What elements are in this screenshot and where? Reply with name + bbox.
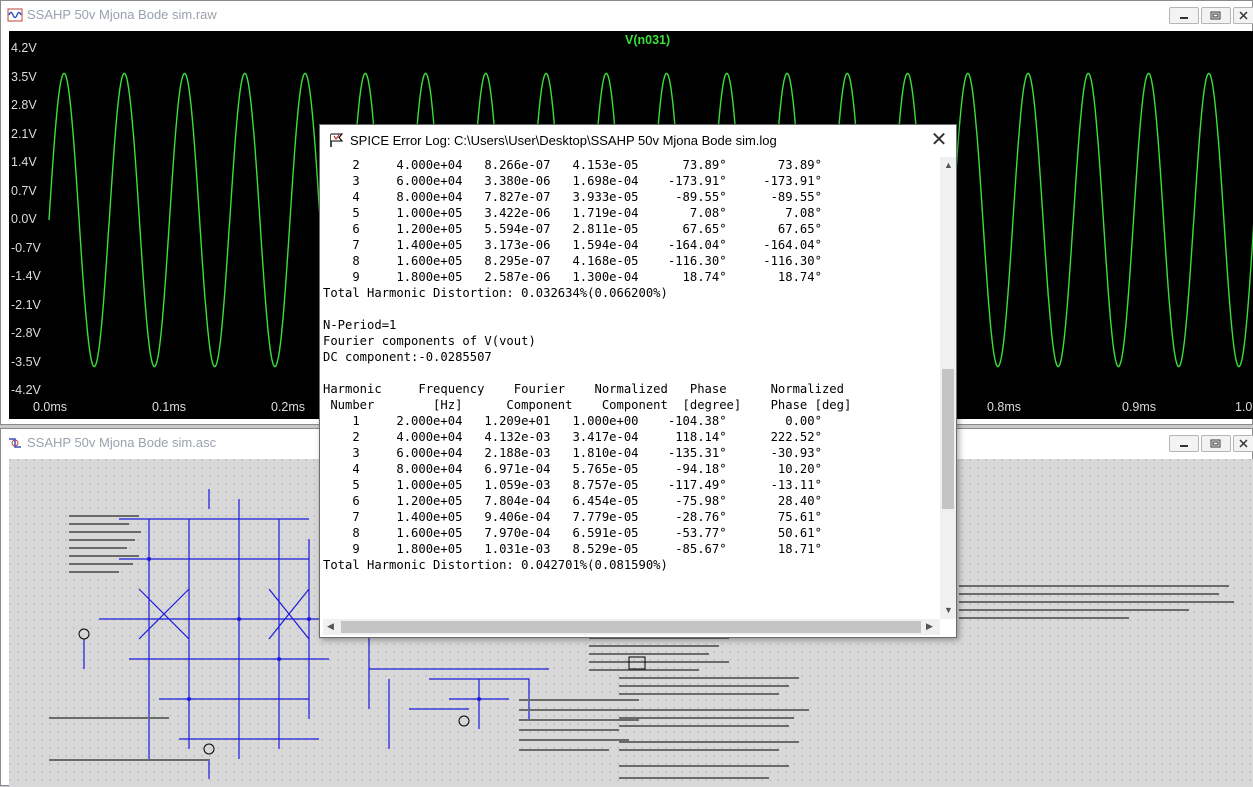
minimize-icon	[1180, 445, 1188, 447]
close-icon	[1239, 11, 1248, 20]
log-flag-icon	[330, 133, 344, 147]
log-line: 2 4.000e+04 8.266e-07 4.153e-05 73.89° 7…	[323, 158, 822, 172]
log-line: 5 1.000e+05 1.059e-03 8.757e-05 -117.49°…	[323, 478, 822, 492]
close-icon	[1239, 439, 1248, 448]
horizontal-scrollbar[interactable]: ◀ ▶	[323, 619, 940, 635]
close-icon: ✕	[930, 129, 948, 151]
schematic-window-title: SSAHP 50v Mjona Bode sim.asc	[27, 435, 217, 450]
log-line: 2 4.000e+04 4.132e-03 3.417e-04 118.14° …	[323, 430, 822, 444]
log-content: 2 4.000e+04 8.266e-07 4.153e-05 73.89° 7…	[323, 157, 937, 573]
x-axis-tick-label: 0.0ms	[33, 400, 68, 414]
log-line: 7 1.400e+05 9.406e-04 7.779e-05 -28.76° …	[323, 510, 822, 524]
y-axis-tick-label: -2.8V	[11, 326, 41, 340]
log-line: 6 1.200e+05 7.804e-04 6.454e-05 -75.98° …	[323, 494, 822, 508]
restore-icon	[1210, 11, 1221, 20]
log-line: Harmonic Frequency Fourier Normalized Ph…	[323, 382, 844, 396]
schematic-app-icon	[9, 438, 21, 448]
x-axis-tick-label: 1.0m	[1235, 400, 1253, 414]
log-line: 5 1.000e+05 3.422e-06 1.719e-04 7.08° 7.…	[323, 206, 822, 220]
y-axis-tick-label: -2.1V	[11, 297, 41, 312]
minimize-icon	[1180, 17, 1188, 19]
log-dialog-title: SPICE Error Log: C:\Users\User\Desktop\S…	[350, 133, 777, 148]
y-axis-tick-label: 4.2V	[11, 41, 37, 55]
log-close-button[interactable]: ✕	[928, 129, 950, 151]
schematic-restore-button[interactable]	[1201, 435, 1231, 452]
log-line: 8 1.600e+05 8.295e-07 4.168e-05 -116.30°…	[323, 254, 822, 268]
log-line: DC component:-0.0285507	[323, 350, 492, 364]
scroll-down-icon[interactable]: ▼	[944, 605, 953, 615]
log-line: 6 1.200e+05 5.594e-07 2.811e-05 67.65° 6…	[323, 222, 822, 236]
y-axis-tick-label: 0.0V	[11, 212, 37, 226]
log-line: Number [Hz] Component Component [degree]…	[323, 398, 852, 412]
log-line: 7 1.400e+05 3.173e-06 1.594e-04 -164.04°…	[323, 238, 822, 252]
log-line: 9 1.800e+05 2.587e-06 1.300e-04 18.74° 1…	[323, 270, 822, 284]
spice-error-log-dialog: SPICE Error Log: C:\Users\User\Desktop\S…	[319, 124, 957, 638]
log-line: Total Harmonic Distortion: 0.032634%(0.0…	[323, 286, 668, 300]
log-line: 1 2.000e+04 1.209e+01 1.000e+00 -104.38°…	[323, 414, 822, 428]
x-axis-tick-label: 0.9ms	[1122, 400, 1157, 414]
log-line: 4 8.000e+04 6.971e-04 5.765e-05 -94.18° …	[323, 462, 822, 476]
log-line: N-Period=1	[323, 318, 397, 332]
scroll-right-icon[interactable]: ▶	[926, 621, 933, 632]
y-axis-tick-label: -1.4V	[11, 269, 41, 283]
close-button[interactable]	[1233, 7, 1253, 24]
y-axis-tick-label: 1.4V	[11, 155, 37, 169]
log-line: 9 1.800e+05 1.031e-03 8.529e-05 -85.67° …	[323, 542, 822, 556]
x-axis-tick-label: 0.1ms	[152, 400, 187, 414]
waveform-app-icon	[7, 8, 23, 22]
scroll-left-icon[interactable]: ◀	[327, 621, 334, 632]
y-axis-tick-label: -0.7V	[11, 240, 41, 255]
schematic-close-button[interactable]	[1233, 435, 1253, 452]
waveform-titlebar[interactable]: SSAHP 50v Mjona Bode sim.raw	[1, 1, 1253, 29]
y-axis-tick-label: 0.7V	[11, 183, 37, 198]
y-axis-tick-label: 2.1V	[11, 126, 37, 141]
vertical-scroll-thumb[interactable]	[942, 369, 954, 509]
horizontal-scroll-thumb[interactable]	[341, 621, 921, 633]
waveform-window-title: SSAHP 50v Mjona Bode sim.raw	[27, 7, 217, 22]
schematic-minimize-button[interactable]	[1169, 435, 1199, 452]
restore-icon	[1210, 439, 1221, 448]
log-line: 8 1.600e+05 7.970e-04 6.591e-05 -53.77° …	[323, 526, 822, 540]
log-line: 3 6.000e+04 2.188e-03 1.810e-04 -135.31°…	[323, 446, 822, 460]
log-line: Fourier components of V(vout)	[323, 334, 536, 348]
x-axis-tick-label: 0.2ms	[271, 400, 306, 414]
x-axis-tick-label: 0.8ms	[987, 400, 1022, 414]
vertical-scrollbar[interactable]: ▲ ▼	[940, 157, 956, 619]
log-line: 3 6.000e+04 3.380e-06 1.698e-04 -173.91°…	[323, 174, 822, 188]
log-text-area[interactable]: 2 4.000e+04 8.266e-07 4.153e-05 73.89° 7…	[323, 157, 937, 619]
restore-button[interactable]	[1201, 7, 1231, 24]
log-dialog-titlebar[interactable]: SPICE Error Log: C:\Users\User\Desktop\S…	[320, 125, 956, 155]
y-axis-tick-label: 2.8V	[11, 98, 37, 112]
log-line: 4 8.000e+04 7.827e-07 3.933e-05 -89.55° …	[323, 190, 822, 204]
scroll-up-icon[interactable]: ▲	[944, 160, 953, 170]
y-axis-tick-label: -4.2V	[11, 383, 41, 397]
y-axis-tick-label: -3.5V	[11, 354, 41, 369]
minimize-button[interactable]	[1169, 7, 1199, 24]
y-axis-tick-label: 3.5V	[11, 69, 37, 84]
log-line: Total Harmonic Distortion: 0.042701%(0.0…	[323, 558, 668, 572]
